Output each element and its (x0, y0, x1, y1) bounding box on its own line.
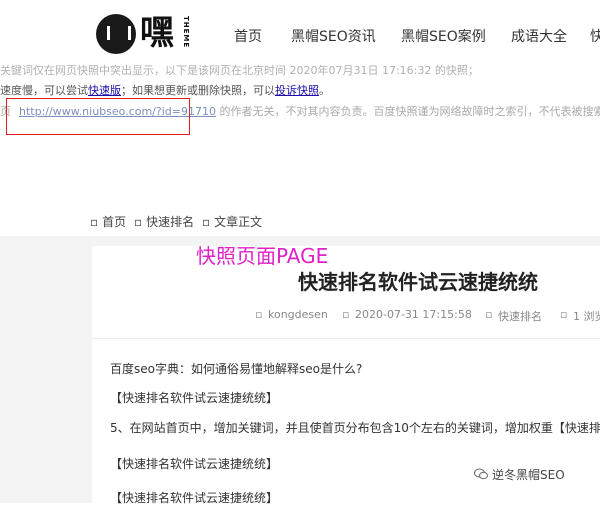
nav-item-seo-news[interactable]: 黑帽SEO资讯 (291, 26, 376, 46)
fast-version-link[interactable]: 快速版 (88, 84, 121, 97)
breadcrumb-separator-icon: ▫ (133, 215, 143, 229)
breadcrumb-icon: ▫ (90, 215, 99, 229)
views-icon: ▫ (560, 308, 568, 321)
article-paragraph: 5、在网站首页中，增加关键词，并且使首页分布包含10个左右的关键词，增加权重【快… (110, 421, 600, 435)
breadcrumb-item-home[interactable]: 首页 (102, 215, 126, 229)
breadcrumb-separator-icon: ▫ (201, 215, 211, 229)
breadcrumb-item-current: 文章正文 (214, 215, 263, 229)
category-icon: ▫ (485, 308, 493, 321)
nav-item-idioms[interactable]: 成语大全 (511, 26, 567, 46)
nav-item-more[interactable]: 快 (590, 26, 600, 46)
snapshot-notice-text: 的作者无关，不对其内容负责。百度快照谨为网络故障时之索引，不代表被搜索网 (215, 105, 600, 118)
article-title: 快速排名软件试云速捷统统 (298, 270, 538, 294)
snapshot-notice-line1: 关键词仅在网页快照中突出显示，以下是该网页在北京时间 2020年07月31日 1… (0, 64, 479, 77)
article-author[interactable]: kongdesen (268, 308, 328, 321)
article-paragraph: 百度seo字典：如何通俗易懂地解释seo是什么? (110, 362, 363, 376)
site-logo-icon[interactable] (96, 14, 136, 54)
meta-divider (92, 338, 600, 339)
article-views: 1 浏览 (573, 310, 600, 323)
article-datetime: 2020-07-31 17:15:58 (355, 308, 472, 321)
site-header: 嘿 THEME 首页 黑帽SEO资讯 黑帽SEO案例 成语大全 快 (0, 0, 600, 68)
snapshot-notice-text: 。 (319, 84, 330, 97)
url-highlight-box (6, 98, 190, 135)
breadcrumb: ▫ 首页 ▫ 快速排名 ▫ 文章正文 (90, 213, 266, 230)
date-icon: ▫ (342, 308, 350, 321)
snapshot-notice-line2: 速度慢，可以尝试快速版；如果想更新或删除快照，可以投诉快照。 (0, 82, 600, 98)
article-paragraph: 【快速排名软件试云速捷统统】 (110, 391, 279, 405)
annotation-label: 快照页面PAGE (196, 244, 329, 268)
site-logo-mark[interactable]: 嘿 (140, 11, 174, 55)
site-logo-text: THEME (182, 16, 190, 49)
snapshot-notice-text: 速度慢，可以尝试 (0, 84, 88, 97)
watermark-text: 逆冬黑帽SEO (492, 468, 565, 482)
wechat-icon (474, 468, 488, 480)
nav-item-seo-cases[interactable]: 黑帽SEO案例 (401, 26, 486, 46)
complain-snapshot-link[interactable]: 投诉快照 (275, 84, 319, 97)
author-icon: ▫ (255, 308, 263, 321)
breadcrumb-item-category[interactable]: 快速排名 (146, 215, 194, 229)
article-paragraph: 【快速排名软件试云速捷统统】 (110, 491, 279, 505)
article-category[interactable]: 快速排名 (498, 308, 542, 324)
snapshot-notice-text: ；如果想更新或删除快照，可以 (121, 84, 275, 97)
nav-item-home[interactable]: 首页 (234, 26, 262, 46)
